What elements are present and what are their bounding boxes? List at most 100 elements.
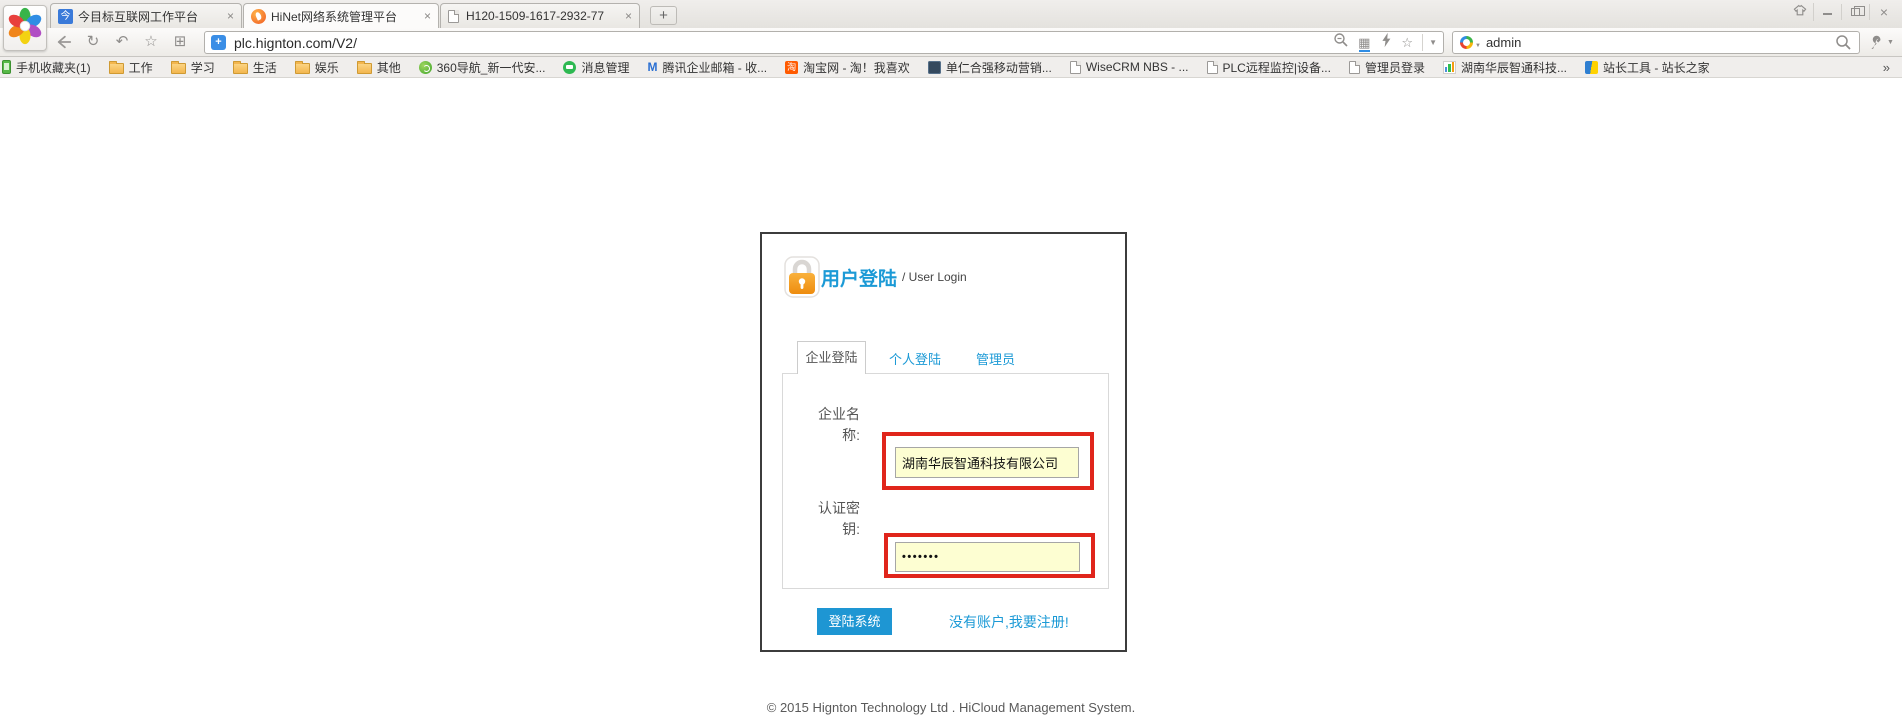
close-button[interactable]: × bbox=[1870, 4, 1898, 20]
bookmark-folder-work[interactable]: 工作 bbox=[100, 59, 162, 76]
tab-hinet-active[interactable]: HiNet网络系统管理平台 × bbox=[243, 3, 439, 28]
search-engine-logo-icon[interactable] bbox=[1460, 36, 1473, 49]
auth-key-label: 认证密 钥: bbox=[762, 498, 860, 540]
bookmark-message-manager[interactable]: 消息管理 bbox=[554, 59, 638, 76]
search-engine-dropdown-icon[interactable]: ▼ bbox=[1475, 43, 1481, 49]
bookmark-folder-entertainment[interactable]: 娱乐 bbox=[286, 59, 348, 76]
folder-icon bbox=[109, 63, 124, 74]
bookmark-huachen-tech[interactable]: 湖南华辰智通科技... bbox=[1434, 59, 1576, 76]
page-icon bbox=[1207, 61, 1218, 74]
bookmark-label: 手机收藏夹(1) bbox=[16, 59, 91, 76]
bookmark-label: 生活 bbox=[253, 59, 277, 76]
browser-window: 今 今目标互联网工作平台 × HiNet网络系统管理平台 × H120-1509… bbox=[0, 0, 1902, 678]
jinmubiao-favicon-icon: 今 bbox=[58, 9, 73, 24]
bookmark-label: 消息管理 bbox=[581, 59, 629, 76]
minimize-icon bbox=[1823, 13, 1832, 15]
search-go-icon[interactable] bbox=[1835, 34, 1852, 51]
restore-button[interactable] bbox=[1842, 4, 1870, 20]
tab-close-icon[interactable]: × bbox=[424, 10, 431, 22]
bookmark-wisecrm[interactable]: WiseCRM NBS - ... bbox=[1061, 60, 1198, 74]
extensions-grid-button[interactable]: ⊞ bbox=[168, 31, 192, 53]
lock-icon bbox=[784, 256, 820, 303]
bookmarks-overflow-chevron[interactable]: » bbox=[1883, 60, 1890, 75]
tab-close-icon[interactable]: × bbox=[625, 10, 632, 22]
back-button[interactable] bbox=[52, 31, 76, 53]
bookmark-folder-life[interactable]: 生活 bbox=[224, 59, 286, 76]
auth-key-input[interactable] bbox=[895, 542, 1080, 572]
search-box[interactable]: ▼ admin bbox=[1452, 31, 1860, 54]
hinet-favicon-icon bbox=[251, 9, 266, 24]
bookmark-shanren-marketing[interactable]: 单仁合强移动营销... bbox=[919, 59, 1061, 76]
address-bar[interactable]: + plc.hignton.com/V2/ ▦ ☆ bbox=[204, 31, 1444, 54]
folder-icon bbox=[233, 63, 248, 74]
company-name-input[interactable] bbox=[895, 447, 1079, 478]
minimize-button[interactable] bbox=[1814, 4, 1842, 20]
tab-h120[interactable]: H120-1509-1617-2932-77 × bbox=[440, 3, 640, 28]
dark-app-icon bbox=[928, 61, 941, 74]
restore-icon bbox=[1851, 8, 1860, 16]
copyright-footer: © 2015 Hignton Technology Ltd . HiCloud … bbox=[0, 700, 1902, 715]
bookmark-mobile-favorites[interactable]: 手机收藏夹(1) bbox=[0, 59, 100, 76]
bookmark-star-icon[interactable]: ☆ bbox=[1401, 32, 1413, 53]
tab-admin-login[interactable]: 管理员 bbox=[976, 349, 1015, 368]
bookmark-label: 工作 bbox=[129, 59, 153, 76]
bookmark-tencent-mail[interactable]: M 腾讯企业邮箱 - 收... bbox=[638, 59, 776, 76]
tab-jinmubiao[interactable]: 今 今目标互联网工作平台 × bbox=[50, 3, 242, 28]
refresh-button[interactable]: ↻ bbox=[81, 31, 105, 53]
bookmark-folder-other[interactable]: 其他 bbox=[348, 59, 410, 76]
qr-code-icon[interactable]: ▦ bbox=[1358, 32, 1370, 53]
page-zoom-icon[interactable] bbox=[1333, 32, 1349, 54]
tab-title: H120-1509-1617-2932-77 bbox=[466, 9, 620, 23]
browser-menu-button[interactable] bbox=[3, 5, 47, 51]
address-dropdown-icon[interactable]: ▼ bbox=[1429, 38, 1437, 47]
favorites-star-button[interactable]: ☆ bbox=[139, 31, 163, 53]
chinaz-icon bbox=[1585, 61, 1598, 74]
login-title: 用户登陆 bbox=[821, 264, 897, 291]
bookmark-folder-study[interactable]: 学习 bbox=[162, 59, 224, 76]
site-favicon-icon: + bbox=[211, 35, 226, 50]
bookmark-label: PLC远程监控|设备... bbox=[1223, 59, 1331, 76]
qr-blue-bar bbox=[1359, 50, 1370, 52]
bookmark-label: 湖南华辰智通科技... bbox=[1461, 59, 1567, 76]
tencent-mail-icon: M bbox=[647, 61, 657, 74]
tab-personal-login[interactable]: 个人登陆 bbox=[889, 349, 941, 368]
bookmark-label: 腾讯企业邮箱 - 收... bbox=[662, 59, 767, 76]
login-title-english: / User Login bbox=[902, 270, 967, 284]
bookmarks-bar: 手机收藏夹(1) 工作 学习 生活 娱乐 其他 360导航_新一代安... 消 bbox=[0, 57, 1902, 78]
taobao-icon: 淘 bbox=[785, 61, 798, 74]
window-controls: × bbox=[1786, 3, 1898, 21]
wrench-icon bbox=[1868, 34, 1885, 51]
register-link[interactable]: 没有账户,我要注册! bbox=[949, 612, 1069, 632]
bookmark-chinaz[interactable]: 站长工具 - 站长之家 bbox=[1576, 59, 1719, 76]
bookmark-360-nav[interactable]: 360导航_新一代安... bbox=[410, 59, 555, 76]
navigation-toolbar: ↻ ↶ ☆ ⊞ + plc.hignton.com/V2/ ▦ bbox=[0, 28, 1902, 57]
url-text[interactable]: plc.hignton.com/V2/ bbox=[234, 35, 357, 51]
tools-wrench-button[interactable]: ▼ bbox=[1868, 34, 1894, 51]
bookmark-label: WiseCRM NBS - ... bbox=[1086, 60, 1189, 74]
login-submit-button[interactable]: 登陆系统 bbox=[817, 608, 892, 635]
bookmark-admin-login[interactable]: 管理员登录 bbox=[1340, 59, 1434, 76]
bookmark-taobao[interactable]: 淘 淘宝网 - 淘！我喜欢 bbox=[776, 59, 919, 76]
phone-icon bbox=[2, 60, 11, 74]
tools-dropdown-icon[interactable]: ▼ bbox=[1887, 39, 1894, 46]
page-icon bbox=[1070, 61, 1081, 74]
tab-close-icon[interactable]: × bbox=[227, 10, 234, 22]
new-tab-button[interactable]: + bbox=[650, 6, 677, 25]
theme-skin-icon[interactable] bbox=[1786, 3, 1814, 21]
company-name-label: 企业名 称: bbox=[762, 404, 860, 446]
tab-enterprise-login[interactable]: 企业登陆 bbox=[797, 341, 866, 374]
address-bar-divider bbox=[1422, 34, 1423, 51]
folder-icon bbox=[295, 63, 310, 74]
bookmark-plc-monitor[interactable]: PLC远程监控|设备... bbox=[1198, 59, 1340, 76]
tab-strip: 今 今目标互联网工作平台 × HiNet网络系统管理平台 × H120-1509… bbox=[0, 0, 1902, 28]
undo-button[interactable]: ↶ bbox=[110, 31, 134, 53]
tab-title: 今目标互联网工作平台 bbox=[78, 8, 222, 25]
bar-chart-icon bbox=[1443, 61, 1456, 74]
bookmark-label: 单仁合强移动营销... bbox=[946, 59, 1052, 76]
bookmark-label: 管理员登录 bbox=[1365, 59, 1425, 76]
tab-title: HiNet网络系统管理平台 bbox=[271, 8, 419, 25]
webpage-content: 用户登陆 / User Login 企业登陆 个人登陆 管理员 企业名 称: 认… bbox=[0, 78, 1902, 678]
lightning-speed-icon[interactable] bbox=[1379, 32, 1392, 54]
folder-icon bbox=[357, 63, 372, 74]
search-input[interactable]: admin bbox=[1486, 35, 1521, 50]
